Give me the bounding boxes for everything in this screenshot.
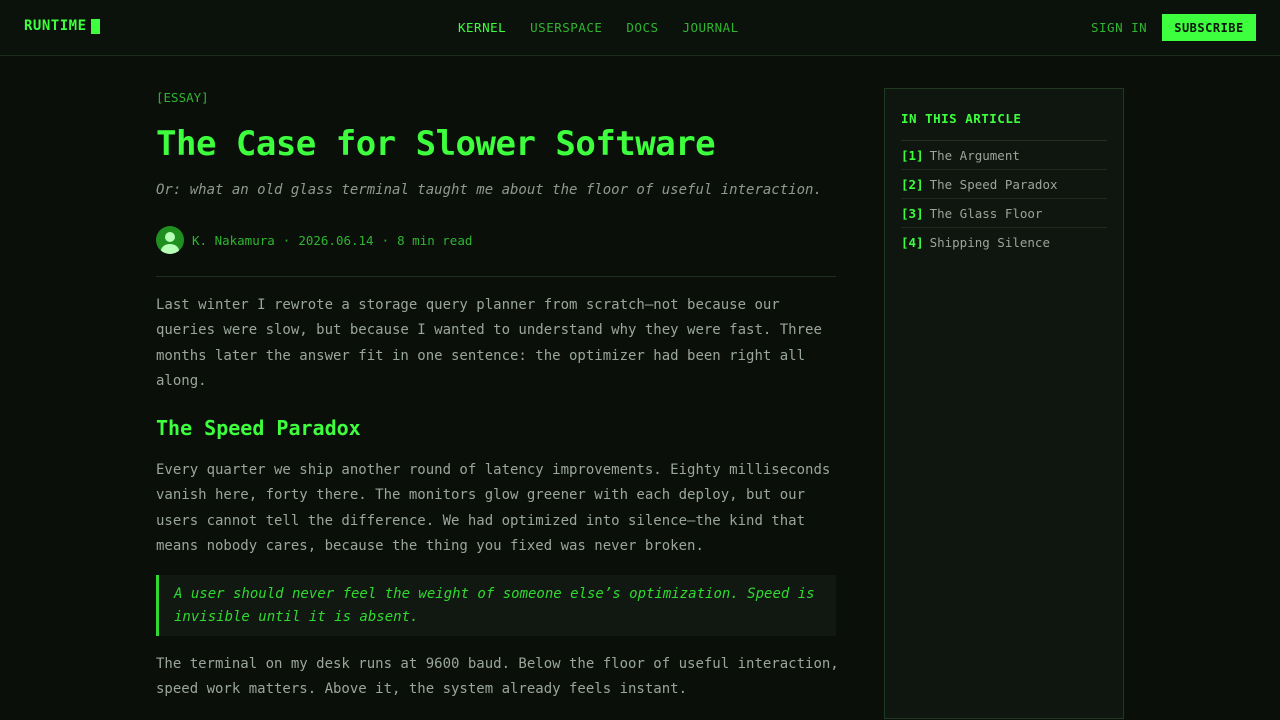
sign-in-link[interactable]: SIGN IN bbox=[1091, 20, 1147, 35]
avatar-head-icon bbox=[165, 232, 175, 242]
cursor-block-icon bbox=[90, 18, 100, 34]
nav-docs[interactable]: DOCS bbox=[626, 20, 658, 35]
article-subtitle: Or: what an old glass terminal taught me… bbox=[156, 182, 822, 198]
toc-item-label: Shipping Silence bbox=[929, 235, 1050, 250]
toc-item-number: [4] bbox=[901, 235, 924, 250]
toc-item-glass-floor[interactable]: [3] The Glass Floor bbox=[901, 199, 1107, 228]
table-of-contents: IN THIS ARTICLE [1] The Argument [2] The… bbox=[884, 88, 1124, 719]
logo-text: RUNTIME bbox=[24, 18, 87, 34]
top-bar: RUNTIME KERNEL USERSPACE DOCS JOURNAL SI… bbox=[0, 0, 1280, 56]
meta-separator: · bbox=[381, 232, 390, 248]
toc-item-speed-paradox[interactable]: [2] The Speed Paradox bbox=[901, 170, 1107, 199]
paragraph-intro: Last winter I rewrote a storage query pl… bbox=[156, 297, 822, 390]
toc-item-number: [1] bbox=[901, 148, 924, 163]
toc-item-label: The Glass Floor bbox=[929, 206, 1043, 221]
subscribe-button[interactable]: SUBSCRIBE bbox=[1162, 14, 1256, 41]
meta-separator: · bbox=[282, 232, 291, 248]
pull-quote: A user should never feel the weight of s… bbox=[156, 575, 836, 636]
paragraph-terminal: The terminal on my desk runs at 9600 bau… bbox=[156, 656, 839, 698]
publish-date: 2026.06.14 bbox=[298, 232, 374, 248]
author-avatar bbox=[156, 226, 184, 254]
section-heading: The Speed Paradox bbox=[156, 416, 361, 440]
logo[interactable]: RUNTIME bbox=[24, 18, 100, 34]
toc-title: IN THIS ARTICLE bbox=[901, 111, 1107, 141]
toc-item-shipping-silence[interactable]: [4] Shipping Silence bbox=[901, 228, 1107, 256]
avatar-body-icon bbox=[161, 244, 179, 254]
article-tag: [ESSAY] bbox=[156, 90, 209, 105]
nav-kernel[interactable]: KERNEL bbox=[458, 20, 506, 35]
article-title: The Case for Slower Software bbox=[156, 124, 716, 164]
toc-item-number: [2] bbox=[901, 177, 924, 192]
toc-item-label: The Speed Paradox bbox=[929, 177, 1058, 192]
author-name[interactable]: K. Nakamura bbox=[192, 233, 275, 248]
article-meta: K. Nakamura · 2026.06.14 · 8 min read bbox=[156, 226, 472, 254]
main-nav: KERNEL USERSPACE DOCS JOURNAL bbox=[458, 20, 739, 35]
divider bbox=[156, 276, 836, 277]
toc-item-argument[interactable]: [1] The Argument bbox=[901, 141, 1107, 170]
read-time: 8 min read bbox=[397, 232, 473, 248]
toc-item-label: The Argument bbox=[929, 148, 1020, 163]
paragraph-speed-paradox: Every quarter we ship another round of l… bbox=[156, 462, 831, 555]
nav-journal[interactable]: JOURNAL bbox=[683, 20, 739, 35]
toc-item-number: [3] bbox=[901, 206, 924, 221]
nav-userspace[interactable]: USERSPACE bbox=[530, 20, 602, 35]
